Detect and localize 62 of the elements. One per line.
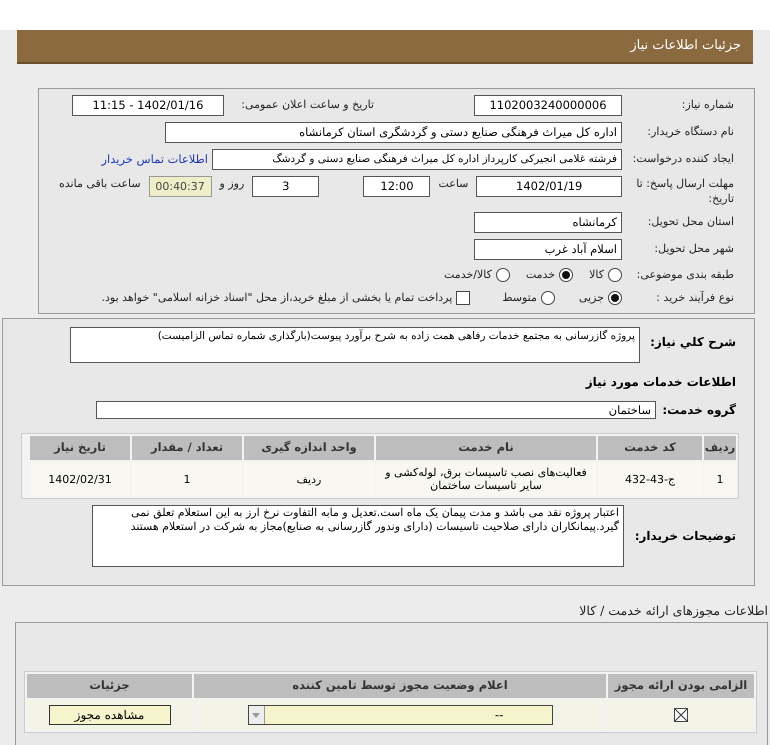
page-title: جزئیات اطلاعات نیاز xyxy=(630,37,741,56)
text-field[interactable]: 1402/01/19 xyxy=(476,176,622,197)
field-label: توضیحات خریدار: xyxy=(634,528,736,545)
table-cell: ج-43-432 xyxy=(598,462,702,496)
field-label: کالا xyxy=(589,266,604,282)
column-header: تاریخ نیاز xyxy=(30,436,130,460)
text-field[interactable]: فرشته غلامی انجیرکی کارپرداز اداره کل میراث فرهنگی صنایع دستی و گردشگ xyxy=(212,149,622,170)
field-label: تاریخ و ساعت اعلان عمومی: xyxy=(240,97,374,114)
radio-button[interactable] xyxy=(608,268,622,282)
table-cell: 1402/02/31 xyxy=(30,462,130,496)
text-field[interactable]: اداره کل میراث فرهنگی صنایع دستی و گردشگری استان کرمانشاه xyxy=(165,122,622,143)
radio-button[interactable] xyxy=(496,268,510,282)
field-label: شرح کلي نیاز: xyxy=(649,334,736,351)
field-label: متوسط xyxy=(502,290,537,306)
section-heading: اطلاعات مجوزهای ارائه خدمت / کالا xyxy=(579,603,768,618)
column-header: الزامی بودن ارائه مجوز xyxy=(608,674,754,698)
caret-icon xyxy=(248,706,264,724)
column-header: واحد اندازه گیری xyxy=(244,436,374,460)
column-header: اعلام وضعیت مجوز توسط تامین کننده xyxy=(194,674,606,698)
field-label: گروه خدمت: xyxy=(661,402,736,419)
field-label: پرداخت تمام یا بخشی از مبلغ خرید،از محل "اسناد خزانه اسلامی" خواهد بود. xyxy=(102,290,452,306)
text-field[interactable]: کرمانشاه xyxy=(474,212,622,233)
table-cell: 1 xyxy=(132,462,242,496)
checkbox[interactable] xyxy=(456,291,470,306)
field-label: جزیی xyxy=(578,290,604,306)
field-label: شهر محل تحویل: xyxy=(653,241,734,258)
field-label: کالا/خدمت xyxy=(444,266,492,282)
table-cell: فعالیت‌های نصب تاسیسات برق، لوله‌کشی و سایر تاسیسات ساختمان xyxy=(376,462,596,496)
column-header: نام خدمت xyxy=(376,436,596,460)
radio-button[interactable] xyxy=(608,291,622,306)
table-cell: 1 xyxy=(704,462,736,496)
radio-button[interactable] xyxy=(540,291,555,306)
description-box: پروژه گازرسانی به مجتمع خدمات رفاهی همت زاده به شرح برآورد پیوست(بارگذاری شماره تماس الزامیست) xyxy=(70,327,640,363)
view-license-button[interactable]: مشاهده مجوز xyxy=(48,705,170,725)
text-field[interactable]: اسلام آباد غرب xyxy=(474,239,622,260)
field-label: ساعت xyxy=(438,176,468,192)
text-field[interactable]: 1402/01/16 - 11:15 xyxy=(72,95,224,116)
text-field[interactable]: ساختمان xyxy=(96,401,656,419)
radio-button[interactable] xyxy=(559,268,574,282)
status-dropdown[interactable]: -- xyxy=(248,705,552,725)
text-field[interactable]: 3 xyxy=(252,176,320,197)
column-header: تعداد / مقدار xyxy=(132,436,242,460)
field-label: استان محل تحویل: xyxy=(646,214,734,230)
column-header: ردیف xyxy=(704,436,736,460)
section-heading: اطلاعات خدمات مورد نیاز xyxy=(584,374,736,391)
column-header: جزئیات xyxy=(27,674,192,698)
column-header: کد خدمت xyxy=(598,436,702,460)
countdown-field[interactable]: 00:40:37 xyxy=(148,176,212,197)
field-label: مهلت ارسال پاسخ: تا تاریخ: xyxy=(635,176,734,206)
text-field[interactable]: 1102003240000006 xyxy=(474,95,622,116)
field-label: طبقه بندی موضوعی: xyxy=(636,266,734,283)
field-label: شماره نیاز: xyxy=(680,97,734,114)
field-label: نام دستگاه خریدار: xyxy=(646,124,734,140)
notes-box: اعتبار پروژه نقد می باشد و مدت پیمان یک ماه است.تعدیل و مابه التفاوت نرخ ارز به این استعلام تعلق نمی گیرد.پیمانکاران دارای صلاحیت تاسیسات (دارای وندور گازرسانی به صنایع)مجاز به شرکت در استعلام هستند xyxy=(92,505,624,567)
field-label: ساعت باقی مانده xyxy=(59,176,141,192)
text-field[interactable]: 12:00 xyxy=(363,176,430,197)
field-label: روز و xyxy=(220,176,244,192)
table-cell: ردیف xyxy=(244,462,374,496)
field-label: خدمت xyxy=(526,266,556,282)
buyer-contact-link[interactable]: اطلاعات تماس خریدار xyxy=(101,150,208,168)
field-label: نوع فرآیند خرید : xyxy=(655,290,734,306)
field-label: ایجاد کننده درخواست: xyxy=(632,151,734,168)
